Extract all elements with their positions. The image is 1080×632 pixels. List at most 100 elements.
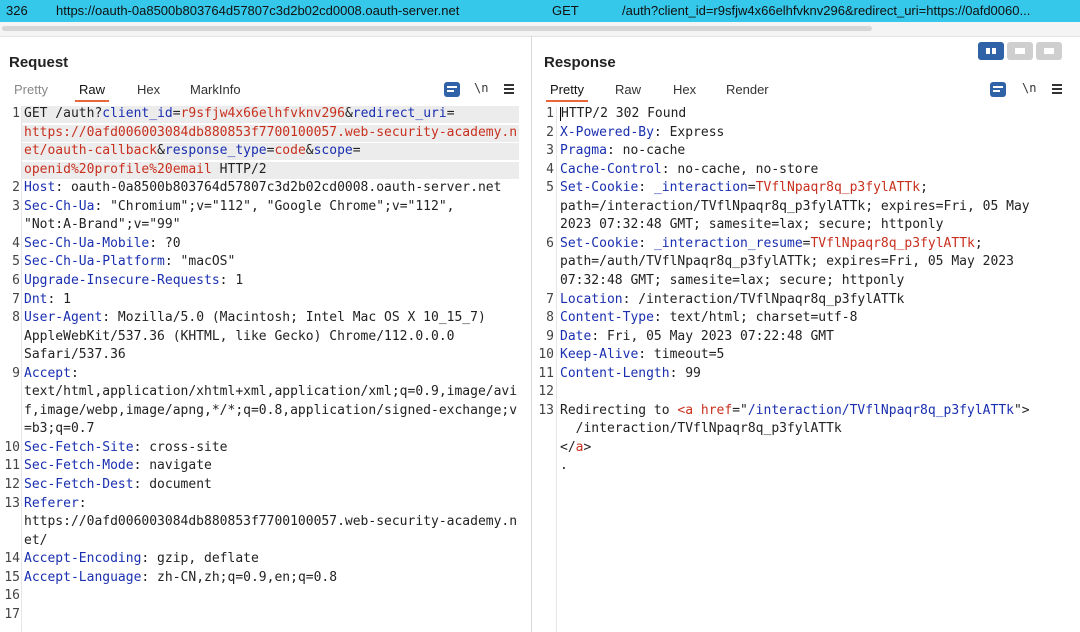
- horizontal-scrollbar[interactable]: [0, 22, 1080, 37]
- line-number: 5: [546, 180, 554, 196]
- code-line: Location: /interaction/TVflNpaqr8q_p3fyl…: [560, 292, 904, 307]
- code-text: : navigate: [133, 458, 212, 474]
- line-number: 2: [12, 180, 20, 196]
- line-number: 8: [12, 310, 20, 326]
- code-text: HTTP/2: [211, 161, 267, 177]
- request-method: GET: [552, 3, 579, 18]
- code-line: 2023 07:32:48 GMT; samesite=lax; secure;…: [560, 217, 944, 232]
- response-pane: Response Pretty Raw Hex Render \n 1 HTTP/…: [532, 36, 1080, 632]
- code-text: Safari/537.36: [24, 347, 126, 363]
- line-number: 7: [546, 291, 554, 307]
- code-text: : timeout=5: [638, 347, 725, 363]
- code-text: et/: [24, 532, 48, 548]
- code-text: : no-cache: [606, 143, 686, 159]
- code-line: GET /auth?client_id=r9sfjw4x66elhfvknv29…: [24, 106, 455, 121]
- line-number: 15: [4, 569, 20, 585]
- wrap-lines-icon[interactable]: [990, 82, 1006, 97]
- code-text: HTTP/2 302 Found: [561, 106, 687, 121]
- code-line: et/: [24, 533, 47, 548]
- line-number: 3: [12, 198, 20, 214]
- code-text: : oauth-0a8500b803764d57807c3d2b02cd0008…: [55, 180, 502, 196]
- request-tools: \n: [0, 81, 531, 98]
- code-text: &: [305, 143, 314, 159]
- code-text: &: [344, 106, 353, 121]
- code-line: "Not:A-Brand";v="99": [24, 217, 181, 232]
- code-line: Accept:: [24, 366, 79, 381]
- code-text: >: [583, 439, 592, 455]
- request-pane: Request Pretty Raw Hex MarkInfo \n 1 GET …: [0, 36, 531, 632]
- code-line: HTTP/2 302 Found: [560, 106, 686, 121]
- wrap-lines-icon[interactable]: [444, 82, 460, 97]
- code-text: :: [78, 495, 87, 511]
- code-key: Accept-Language: [24, 569, 142, 585]
- line-number: 13: [538, 402, 554, 418]
- code-key: Upgrade-Insecure-Requests: [24, 272, 220, 288]
- code-line: et/oauth-callback&response_type=code&sco…: [24, 143, 361, 158]
- code-text: : text/html; charset=utf-8: [653, 310, 858, 326]
- code-text: =: [446, 106, 455, 121]
- code-key: Dnt: [24, 291, 48, 307]
- code-key: Accept-Encoding: [24, 551, 142, 567]
- line-number: 4: [12, 235, 20, 251]
- code-value: code: [274, 143, 306, 159]
- code-line: /interaction/TVflNpaqr8q_p3fylATTk: [560, 421, 842, 436]
- code-line: AppleWebKit/537.36 (KHTML, like Gecko) C…: [24, 329, 454, 344]
- code-value: TVflNpaqr8q_p3fylATTk: [755, 180, 921, 196]
- code-key: Pragma: [560, 143, 607, 159]
- code-text: AppleWebKit/537.36 (KHTML, like Gecko) C…: [24, 328, 455, 344]
- line-number: 9: [12, 365, 20, 381]
- code-key: scope: [313, 143, 353, 159]
- show-newlines-toggle[interactable]: \n: [474, 81, 488, 95]
- code-line: Pragma: no-cache: [560, 143, 685, 158]
- request-summary-bar[interactable]: 326 https://oauth-0a8500b803764d57807c3d…: [0, 0, 1080, 22]
- line-number: 5: [12, 254, 20, 270]
- code-text: : 1: [47, 291, 71, 307]
- menu-icon[interactable]: [504, 83, 514, 94]
- code-text: : "Chromium";v="112", "Google Chrome";v=…: [94, 198, 455, 214]
- code-value: openid%20profile%20email: [24, 161, 212, 177]
- code-key: Location: [560, 291, 623, 307]
- code-line: 07:32:48 GMT; samesite=lax; secure; http…: [560, 273, 904, 288]
- code-text: =": [732, 402, 748, 418]
- line-number: 6: [12, 272, 20, 288]
- code-line: path=/interaction/TVflNpaqr8q_p3fylATTk;…: [560, 199, 1030, 214]
- menu-icon[interactable]: [1052, 83, 1062, 94]
- line-number: 13: [4, 495, 20, 511]
- code-line: path=/auth/TVflNpaqr8q_p3fylATTk; expire…: [560, 254, 1014, 269]
- code-key: Cache-Control: [560, 161, 662, 177]
- code-text: "Not:A-Brand";v="99": [24, 217, 181, 233]
- code-key: response_type: [164, 143, 267, 159]
- line-number: 10: [4, 439, 20, 455]
- code-text: : "macOS": [164, 254, 236, 270]
- code-text: &: [157, 143, 165, 159]
- code-text: : Mozilla/5.0 (Macintosh; Intel Mac OS X…: [102, 310, 486, 326]
- code-key: Sec-Ch-Ua-Platform: [24, 254, 165, 270]
- code-key: X-Powered-By: [560, 124, 654, 140]
- code-line: Accept-Encoding: gzip, deflate: [24, 551, 259, 566]
- code-key: Date: [560, 328, 592, 344]
- code-line: text/html,application/xhtml+xml,applicat…: [24, 384, 517, 399]
- code-key: Content-Type: [560, 310, 654, 326]
- show-newlines-toggle[interactable]: \n: [1022, 81, 1036, 95]
- code-text: 2023 07:32:48 GMT; samesite=lax; secure;…: [560, 217, 944, 233]
- code-key: Sec-Ch-Ua: [24, 198, 95, 214]
- line-number: 17: [4, 606, 20, 622]
- code-text: : cross-site: [133, 439, 228, 455]
- request-editor[interactable]: 1 GET /auth?client_id=r9sfjw4x66elhfvknv2…: [0, 106, 531, 632]
- response-tools: \n: [532, 81, 1080, 98]
- code-value: r9sfjw4x66elhfvknv296: [180, 106, 345, 121]
- code-line: Content-Length: 99: [560, 366, 701, 381]
- code-key: Sec-Ch-Ua-Mobile: [24, 235, 150, 251]
- line-number: 11: [4, 458, 20, 474]
- code-value: et/oauth-callback: [24, 143, 158, 159]
- code-line: Content-Type: text/html; charset=utf-8: [560, 310, 857, 325]
- code-text: path=/auth/TVflNpaqr8q_p3fylATTk; expire…: [560, 254, 1014, 270]
- line-number: 6: [546, 235, 554, 251]
- code-line: Sec-Fetch-Mode: navigate: [24, 458, 212, 473]
- code-line: Sec-Fetch-Dest: document: [24, 477, 212, 492]
- scrollbar-thumb[interactable]: [2, 26, 872, 31]
- code-line: f,image/webp,image/apng,*/*;q=0.8,applic…: [24, 403, 517, 418]
- response-editor[interactable]: 1 HTTP/2 302 Found 2 X-Powered-By: Express 3…: [532, 106, 1080, 632]
- line-number: 9: [546, 328, 554, 344]
- code-key: Keep-Alive: [560, 347, 639, 363]
